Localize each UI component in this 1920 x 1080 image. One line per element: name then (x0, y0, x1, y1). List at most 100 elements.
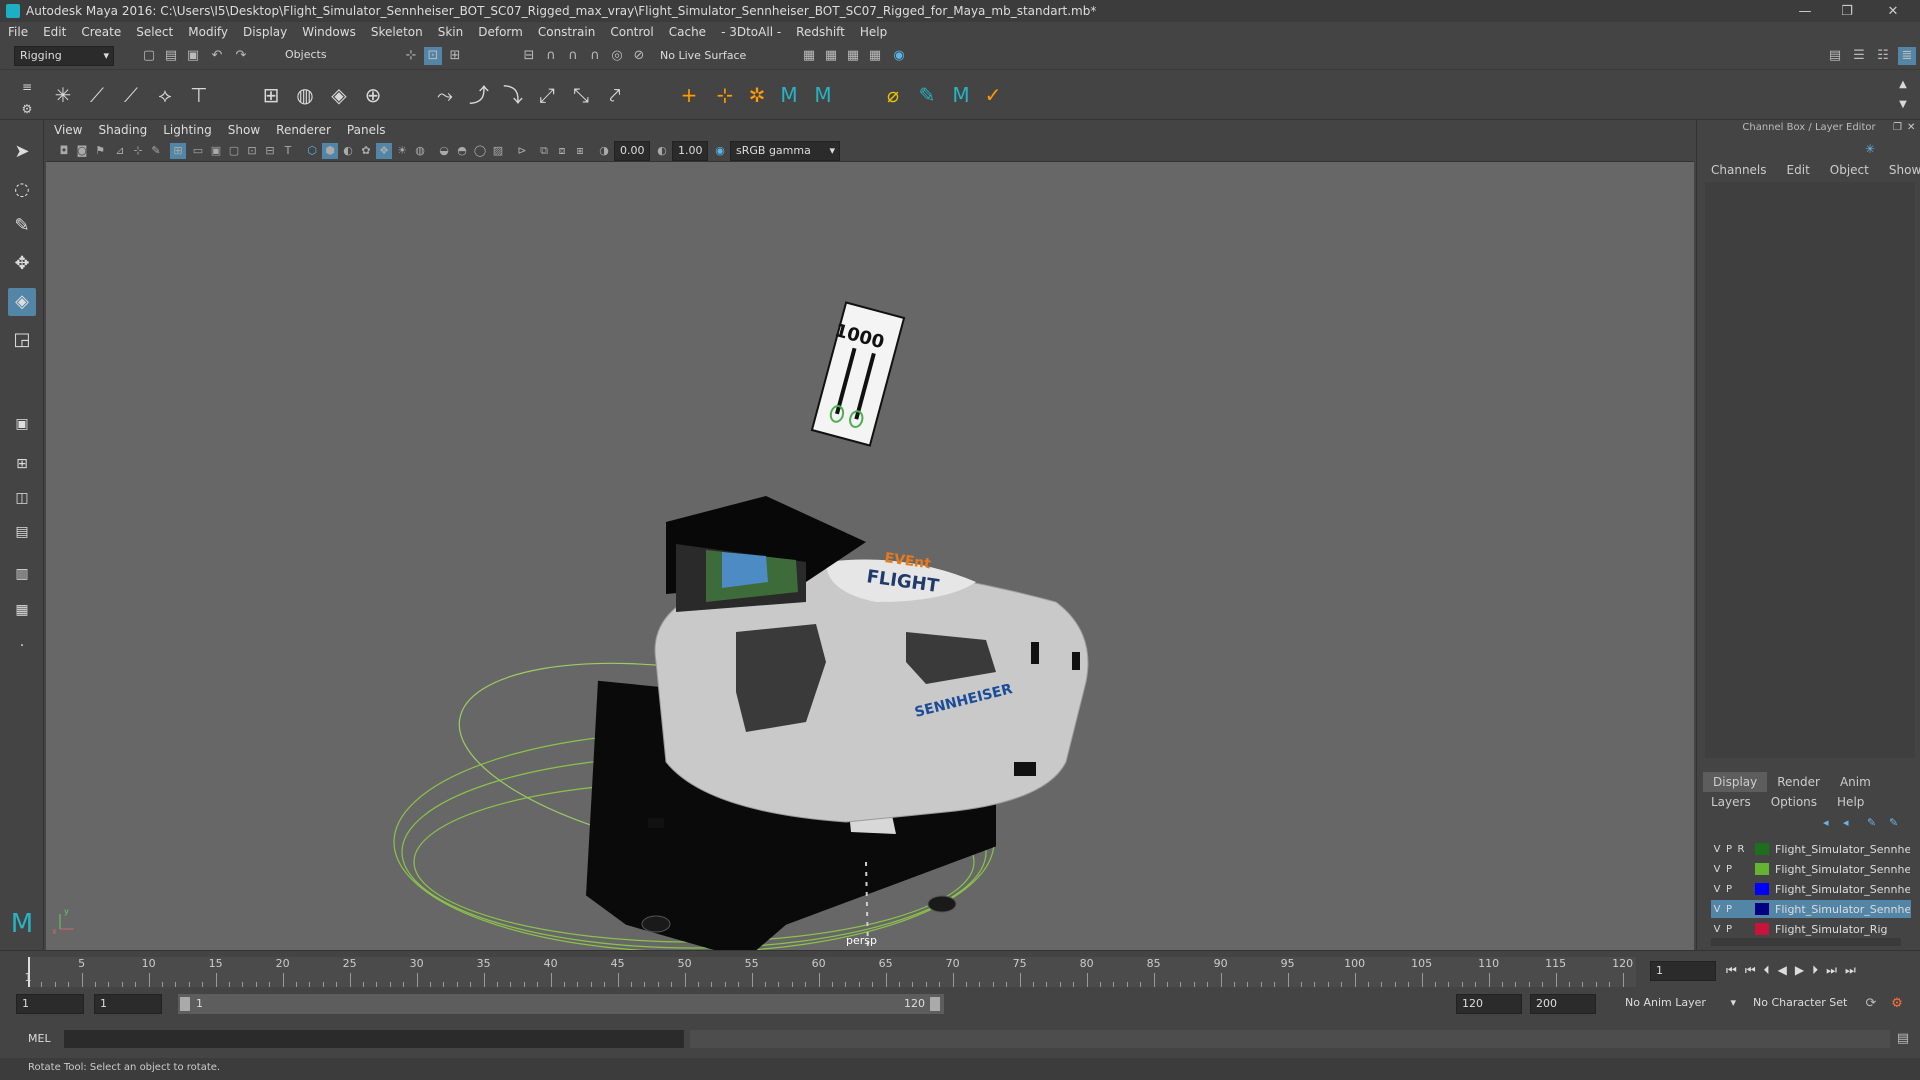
display-tab[interactable]: Display (1703, 772, 1768, 792)
layer-row-selected[interactable]: V P Flight_Simulator_Sennheiser (1711, 900, 1911, 918)
xray-icon[interactable]: ▨ (490, 143, 506, 159)
frame-selected-icon[interactable]: ⧆ (572, 143, 588, 159)
use-all-lights-icon[interactable]: ❖ (376, 143, 392, 159)
tool-settings-icon[interactable]: ☷ (1874, 47, 1892, 65)
range-start-handle[interactable] (180, 997, 190, 1011)
panel-menu-shading[interactable]: Shading (98, 123, 147, 137)
menu-create[interactable]: Create (81, 25, 121, 39)
motion-blur-icon[interactable]: ◒ (436, 143, 452, 159)
show-menu[interactable]: Show (1879, 160, 1920, 180)
panel-menu-show[interactable]: Show (228, 123, 260, 137)
menu-deform[interactable]: Deform (478, 25, 523, 39)
image-plane-icon[interactable]: ⊿ (112, 143, 128, 159)
shelf-settings-icon[interactable]: ⚙ (14, 96, 40, 122)
character-set-dropdown[interactable]: No Character Set (1748, 994, 1860, 1014)
open-scene-icon[interactable]: ▤ (162, 47, 180, 65)
move-layer-down-icon[interactable]: ◂ (1843, 816, 1849, 829)
menu-control[interactable]: Control (610, 25, 653, 39)
mirror-joint-icon[interactable]: ⊤ (186, 82, 212, 108)
layer-row[interactable]: V P Flight_Simulator_Rig (1711, 920, 1911, 938)
edit-menu[interactable]: Edit (1777, 160, 1820, 180)
depth-of-field-icon[interactable]: ◯ (472, 143, 488, 159)
menu-cache[interactable]: Cache (669, 25, 706, 39)
rotate-tool-icon[interactable]: ◈ (8, 288, 36, 316)
panel-menu-view[interactable]: View (54, 123, 82, 137)
textured-icon[interactable]: ✿ (358, 143, 374, 159)
select-hierarchy-icon[interactable]: ⊹ (402, 47, 420, 65)
orient-constraint-icon[interactable]: ⤵ (500, 82, 526, 108)
menuset-dropdown[interactable]: Rigging ▾ (14, 46, 114, 66)
new-scene-icon[interactable]: ▢ (140, 47, 158, 65)
menu-3dtoall[interactable]: - 3DtoAll - (721, 25, 781, 39)
move-tool-icon[interactable]: ✥ (8, 250, 36, 278)
layer-help-menu[interactable]: Help (1827, 792, 1874, 812)
camera-select-icon[interactable]: ◘ (56, 143, 72, 159)
layer-color-swatch[interactable] (1755, 883, 1769, 895)
layer-color-swatch[interactable] (1755, 903, 1769, 915)
layer-row[interactable]: V P Flight_Simulator_Sennheiser (1711, 880, 1911, 898)
ipr-render-icon[interactable]: ▦ (844, 47, 862, 65)
gamma-field[interactable]: 1.00 (672, 141, 708, 161)
wrap-deformer-icon[interactable]: ◈ (326, 82, 352, 108)
range-end-handle[interactable] (930, 997, 940, 1011)
aim-constraint-icon[interactable]: ⤴ (466, 82, 492, 108)
layer-reference[interactable]: R (1735, 844, 1747, 855)
play-forward-icon[interactable]: ▶ (1795, 963, 1804, 978)
rig-helper-icon[interactable]: ✲ (744, 82, 770, 108)
parent-constraint-icon[interactable]: ⤡ (568, 82, 594, 108)
pole-vector-icon[interactable]: ⤤ (602, 82, 628, 108)
hud-icon[interactable]: ⧉ (536, 143, 552, 159)
save-scene-icon[interactable]: ▣ (184, 47, 202, 65)
snap-point-icon[interactable]: ∩ (564, 47, 582, 65)
step-forward-key-icon[interactable]: ⏭ (1826, 963, 1837, 978)
select-tool-icon[interactable]: ➤ (8, 138, 36, 166)
menu-display[interactable]: Display (243, 25, 287, 39)
custom-layout-icon[interactable]: · (8, 632, 36, 660)
menu-skin[interactable]: Skin (438, 25, 464, 39)
maximize-button[interactable]: ❐ (1826, 0, 1868, 22)
layer-visibility[interactable]: V (1711, 884, 1723, 895)
channel-list[interactable] (1705, 182, 1915, 758)
snap-grid-icon[interactable]: ⊟ (520, 47, 538, 65)
layers-menu[interactable]: Layers (1701, 792, 1761, 812)
channels-menu[interactable]: Channels (1701, 160, 1777, 180)
attribute-editor-icon[interactable]: ☰ (1850, 47, 1868, 65)
grease-pencil-icon[interactable]: ✎ (148, 143, 164, 159)
playback-start-field[interactable]: 1 (94, 994, 162, 1014)
safe-title-icon[interactable]: T (280, 143, 296, 159)
snap-surface-icon[interactable]: ◎ (608, 47, 626, 65)
step-back-frame-icon[interactable]: ⏴ (1764, 963, 1770, 978)
anim-tab[interactable]: Anim (1830, 772, 1881, 792)
locator-joint-icon[interactable]: ⊹ (712, 82, 738, 108)
four-pane-layout-icon[interactable]: ⊞ (8, 450, 36, 478)
wireframe-on-shaded-icon[interactable]: ◐ (340, 143, 356, 159)
view-transform-dropdown[interactable]: sRGB gamma ▾ (730, 141, 840, 161)
step-forward-frame-icon[interactable]: ⏵ (1812, 963, 1818, 978)
script-editor-icon[interactable]: ▤ (1894, 1030, 1912, 1048)
menu-windows[interactable]: Windows (302, 25, 356, 39)
object-menu[interactable]: Object (1820, 160, 1879, 180)
close-panel-icon[interactable]: ✕ (1907, 122, 1915, 133)
live-surface-label[interactable]: No Live Surface (660, 49, 746, 62)
layer-name[interactable]: Flight_Simulator_Sennheiser (1775, 863, 1910, 876)
point-constraint-icon[interactable]: ⤳ (432, 82, 458, 108)
grid-toggle-icon[interactable]: ⊞ (170, 143, 186, 159)
current-frame-field[interactable]: 1 (1650, 961, 1716, 981)
channel-box-toggle-icon[interactable]: ≣ (1898, 47, 1916, 65)
hypershade-layout-icon[interactable]: ▦ (8, 596, 36, 624)
redo-icon[interactable]: ↷ (232, 47, 250, 65)
menu-file[interactable]: File (8, 25, 28, 39)
layer-horizontal-scrollbar[interactable] (1711, 938, 1901, 946)
go-to-end-icon[interactable]: ⏭ (1845, 963, 1856, 978)
lattice-icon[interactable]: ◍ (292, 82, 318, 108)
select-object-icon[interactable]: ⊡ (424, 47, 442, 65)
smooth-shade-icon[interactable]: ⬢ (322, 143, 338, 159)
menu-modify[interactable]: Modify (188, 25, 228, 39)
paint-weights-icon[interactable]: ⌀ (880, 82, 906, 108)
3d-viewport[interactable]: 1000 EVEnt FLIGHT SENNHEISER y x persp (46, 162, 1694, 950)
bookmark-icon[interactable]: ⚑ (92, 143, 108, 159)
joint-tool-icon[interactable]: ✳ (50, 82, 76, 108)
layer-visibility[interactable]: V (1711, 924, 1723, 935)
safe-action-icon[interactable]: ⊟ (262, 143, 278, 159)
menu-skeleton[interactable]: Skeleton (371, 25, 423, 39)
